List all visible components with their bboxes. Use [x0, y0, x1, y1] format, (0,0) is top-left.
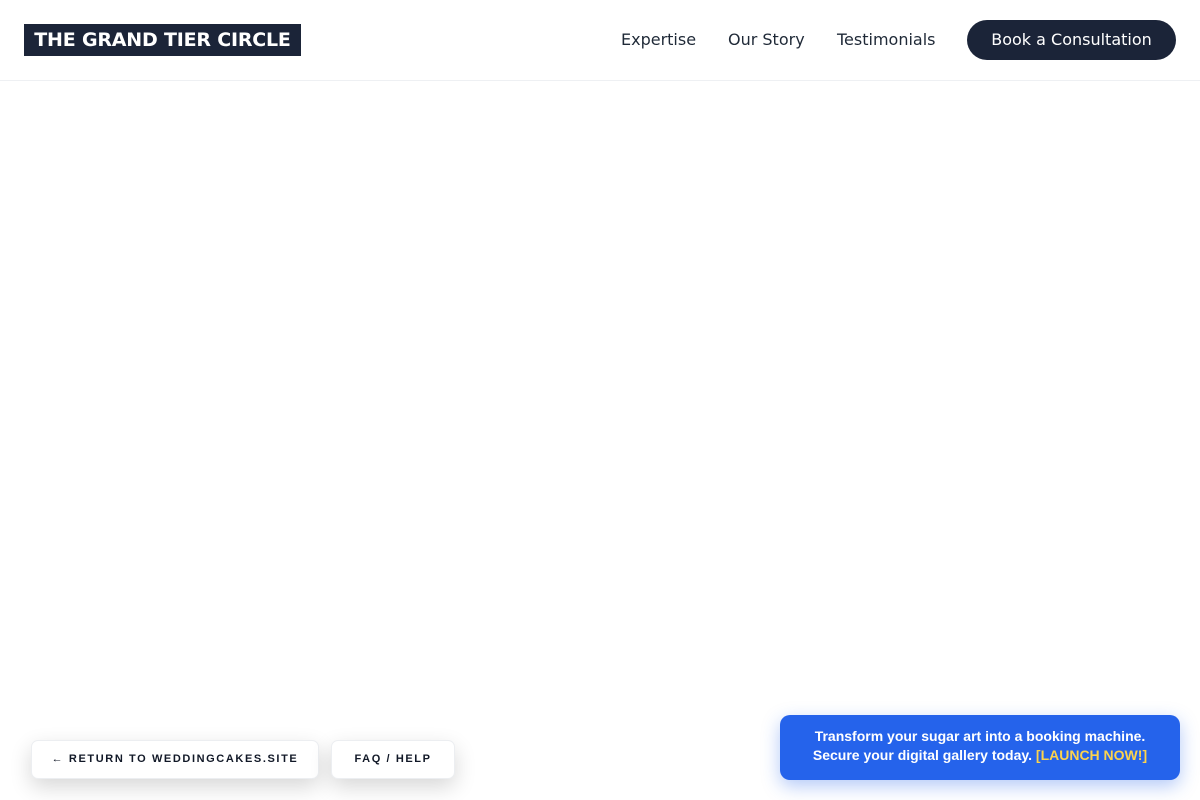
faq-help-button[interactable]: FAQ / HELP [331, 740, 455, 779]
return-to-site-button[interactable]: ← RETURN TO WEDDINGCAKES.SITE [31, 740, 319, 779]
promo-headline: Transform your sugar art into a booking … [814, 728, 1146, 744]
promo-launch-link[interactable]: [LAUNCH NOW!] [1036, 747, 1147, 763]
site-header: THE GRAND TIER CIRCLE Expertise Our Stor… [0, 0, 1200, 81]
site-logo[interactable]: THE GRAND TIER CIRCLE [24, 24, 301, 56]
book-consultation-button[interactable]: Book a Consultation [967, 20, 1176, 60]
nav-link-expertise[interactable]: Expertise [621, 29, 696, 51]
promo-subline-text: Secure your digital gallery today. [812, 747, 1033, 763]
promo-subline: Secure your digital gallery today. [LAUN… [780, 746, 1180, 765]
nav-link-testimonials[interactable]: Testimonials [837, 29, 936, 51]
promo-banner[interactable]: Transform your sugar art into a booking … [780, 715, 1180, 780]
nav-link-our-story[interactable]: Our Story [728, 29, 805, 51]
